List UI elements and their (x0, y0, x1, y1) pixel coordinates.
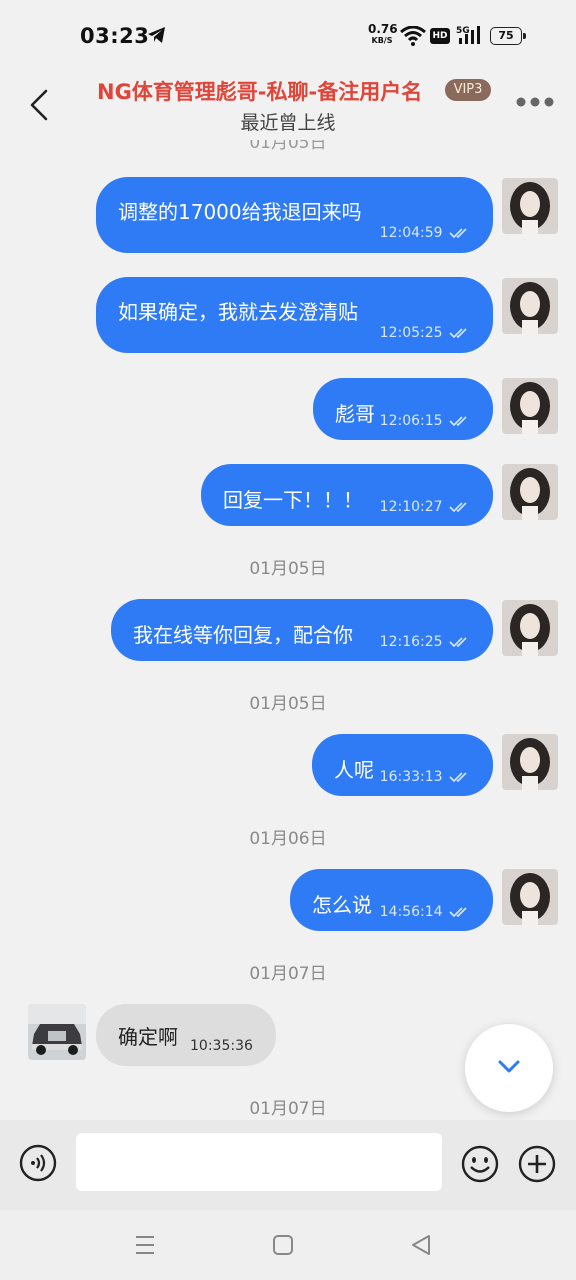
read-check-icon (449, 416, 467, 427)
outgoing-message[interactable]: 人呢 16:33:13 (312, 734, 493, 796)
online-status: 最近曾上线 (240, 112, 336, 134)
message-time: 14:56:14 (379, 904, 443, 920)
message-text: 怎么说 (312, 893, 372, 917)
avatar-self[interactable] (502, 600, 558, 656)
battery-level: 75 (498, 29, 514, 42)
message-text: 如果确定，我就去发澄清贴 (118, 300, 358, 324)
telegram-icon (148, 27, 165, 43)
read-check-icon (449, 907, 467, 918)
plus-icon[interactable] (518, 1145, 556, 1183)
message-text: 回复一下！！！ (223, 488, 363, 512)
date-separator: 01月06日 (249, 829, 327, 849)
read-check-icon (449, 328, 467, 339)
avatar-contact[interactable] (28, 1004, 86, 1060)
system-navigation-bar (0, 1210, 576, 1280)
voice-input-icon[interactable] (19, 1144, 57, 1182)
outgoing-message[interactable]: 彪哥 12:06:15 (313, 378, 493, 440)
back-triangle-icon[interactable] (410, 1234, 432, 1256)
message-meta: 12:16:25 (380, 634, 471, 650)
message-text: 调整的17000给我退回来吗 (118, 200, 362, 224)
date-separator: 01月07日 (249, 964, 327, 984)
message-meta: 16:33:13 (380, 769, 471, 785)
message-time: 12:06:15 (379, 413, 443, 429)
hd-icon: HD (430, 28, 450, 44)
avatar-self-image (502, 869, 558, 925)
read-check-icon (449, 637, 467, 648)
chevron-down-icon (498, 1060, 520, 1073)
message-meta: 14:56:14 (380, 904, 471, 920)
date-separator: 01月05日 (249, 140, 327, 153)
read-check-icon (449, 502, 467, 513)
message-meta: 12:06:15 (380, 413, 471, 429)
vip-badge: VIP3 (445, 79, 491, 101)
recent-apps-icon[interactable] (134, 1234, 156, 1256)
read-check-icon (449, 228, 467, 239)
message-time: 12:16:25 (379, 634, 443, 650)
car-avatar-image (28, 1004, 86, 1060)
avatar-self[interactable] (502, 378, 558, 434)
message-text: 彪哥 (335, 402, 375, 426)
avatar-self-image (502, 178, 558, 234)
5g-signal-icon: 5G (456, 26, 480, 44)
chat-title[interactable]: NG体育管理彪哥-私聊-备注用户名 (97, 76, 422, 106)
avatar-self-image (502, 278, 558, 334)
outgoing-message[interactable]: 调整的17000给我退回来吗 12:04:59 (96, 177, 493, 253)
more-options-icon[interactable] (515, 96, 555, 108)
avatar-self[interactable] (502, 278, 558, 334)
network-speed-value: 0.76 (368, 22, 398, 36)
message-meta: 12:05:25 (380, 325, 471, 341)
battery-icon: 75 (490, 27, 526, 45)
status-bar: 03:23 0.76 KB/S HD 5G 75 (0, 0, 576, 70)
incoming-message[interactable]: 确定啊 10:35:36 (96, 1004, 276, 1066)
scroll-to-bottom-button[interactable] (465, 1024, 553, 1112)
outgoing-message[interactable]: 回复一下！！！ 12:10:27 (201, 464, 493, 526)
outgoing-message[interactable]: 我在线等你回复，配合你 12:16:25 (111, 599, 493, 661)
message-input[interactable] (76, 1133, 442, 1191)
message-text: 确定啊 (118, 1025, 178, 1049)
avatar-self[interactable] (502, 869, 558, 925)
date-separator: 01月05日 (249, 694, 327, 714)
avatar-self[interactable] (502, 464, 558, 520)
wifi-icon (400, 26, 426, 46)
avatar-self-image (502, 600, 558, 656)
chat-header: NG体育管理彪哥-私聊-备注用户名 VIP3 最近曾上线 (0, 70, 576, 140)
message-time: 10:35:36 (190, 1038, 253, 1054)
home-icon[interactable] (272, 1234, 294, 1256)
emoji-icon[interactable] (461, 1145, 499, 1183)
avatar-self-image (502, 734, 558, 790)
message-time: 12:05:25 (379, 325, 443, 341)
status-time: 03:23 (80, 24, 150, 48)
message-meta: 12:04:59 (380, 225, 471, 241)
message-meta: 12:10:27 (380, 499, 471, 515)
network-speed-unit: KB/S (371, 36, 393, 45)
avatar-self[interactable] (502, 178, 558, 234)
message-text: 我在线等你回复，配合你 (133, 623, 353, 647)
message-time: 12:10:27 (379, 499, 443, 515)
message-time: 12:04:59 (379, 225, 443, 241)
avatar-self-image (502, 464, 558, 520)
avatar-self-image (502, 378, 558, 434)
message-time: 16:33:13 (379, 769, 443, 785)
network-speed: 0.76 KB/S (368, 22, 398, 46)
avatar-self[interactable] (502, 734, 558, 790)
outgoing-message[interactable]: 如果确定，我就去发澄清贴 12:05:25 (96, 277, 493, 353)
date-separator: 01月05日 (249, 559, 327, 579)
outgoing-message[interactable]: 怎么说 14:56:14 (290, 869, 493, 931)
message-text: 人呢 (334, 758, 374, 782)
message-list[interactable]: 01月05日 调整的17000给我退回来吗 12:04:59 如果确定，我就去发… (0, 140, 576, 1120)
read-check-icon (449, 772, 467, 783)
message-composer (0, 1120, 576, 1210)
